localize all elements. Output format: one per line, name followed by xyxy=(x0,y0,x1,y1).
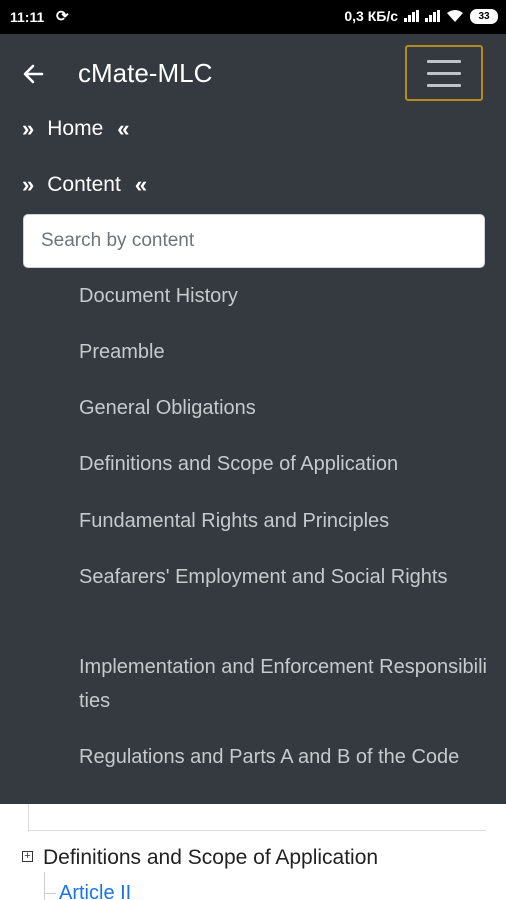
double-chevron-left-icon: « xyxy=(134,172,147,197)
menu-line xyxy=(427,60,461,63)
page-content: + Definitions and Scope of Application A… xyxy=(0,804,506,900)
nav-home-label: Home xyxy=(47,117,104,140)
section-title[interactable]: Definitions and Scope of Application xyxy=(43,846,378,870)
toc-item-document-history[interactable]: Document History xyxy=(79,279,489,313)
wifi-icon xyxy=(447,10,463,22)
nav-content-link[interactable]: » Content « xyxy=(22,170,147,200)
tree-line xyxy=(44,872,45,900)
status-right: 0,3 КБ/с 33 xyxy=(344,8,498,24)
double-chevron-right-icon: » xyxy=(22,116,34,141)
hamburger-menu-button[interactable] xyxy=(405,45,483,101)
toc-item-preamble[interactable]: Preamble xyxy=(79,335,489,369)
menu-line xyxy=(427,84,461,87)
signal-icon xyxy=(404,10,419,22)
nav-content-label: Content xyxy=(47,173,121,196)
article-link[interactable]: Article II xyxy=(59,882,131,900)
network-speed: 0,3 КБ/с xyxy=(344,8,398,24)
battery-icon: 33 xyxy=(470,8,498,24)
toc-item-regulations[interactable]: Regulations and Parts A and B of the Cod… xyxy=(79,740,489,774)
toc-item-seafarers-employment[interactable]: Seafarers' Employment and Social Rights xyxy=(79,560,489,594)
back-arrow-icon[interactable] xyxy=(20,61,46,87)
toc-item-general-obligations[interactable]: General Obligations xyxy=(79,391,489,425)
menu-line xyxy=(427,72,461,75)
app-bar: cMate-MLC xyxy=(0,34,506,114)
navigation-drawer: cMate-MLC » Home « » Content « Document … xyxy=(0,34,506,804)
toc-item-definitions[interactable]: Definitions and Scope of Application xyxy=(79,447,489,481)
sync-icon: ⟳ xyxy=(56,8,69,25)
tree-line xyxy=(28,804,29,832)
search-input[interactable] xyxy=(23,214,485,268)
nav-home-link[interactable]: » Home « xyxy=(22,114,130,144)
status-bar: 11:11 ⟳ 0,3 КБ/с 33 xyxy=(0,0,506,34)
expand-plus-icon[interactable]: + xyxy=(22,851,33,862)
toc-item-implementation[interactable]: Implementation and Enforcement Responsib… xyxy=(79,650,489,718)
tree-branch xyxy=(44,893,56,894)
signal-icon-2 xyxy=(425,10,440,22)
app-title: cMate-MLC xyxy=(78,58,213,88)
double-chevron-right-icon: » xyxy=(22,172,34,197)
status-time: 11:11 xyxy=(10,9,45,25)
divider xyxy=(28,830,486,831)
double-chevron-left-icon: « xyxy=(117,116,129,141)
toc-item-fundamental-rights[interactable]: Fundamental Rights and Principles xyxy=(79,504,489,538)
